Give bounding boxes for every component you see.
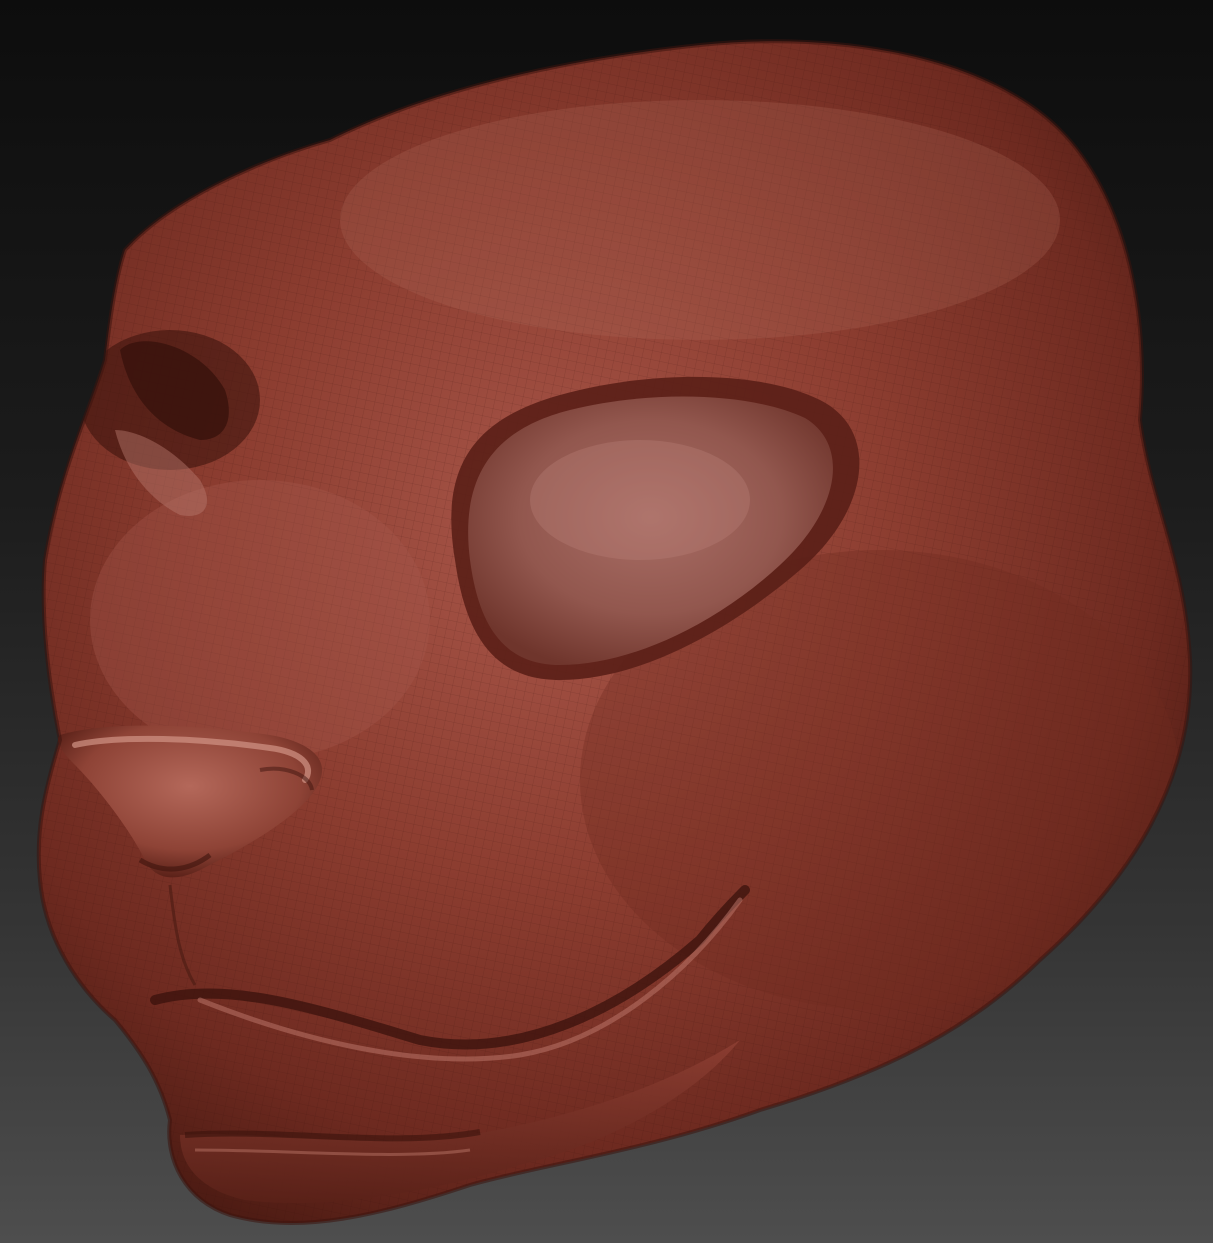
3d-viewport[interactable] xyxy=(0,0,1213,1243)
sculpt-canvas[interactable] xyxy=(0,0,1213,1243)
